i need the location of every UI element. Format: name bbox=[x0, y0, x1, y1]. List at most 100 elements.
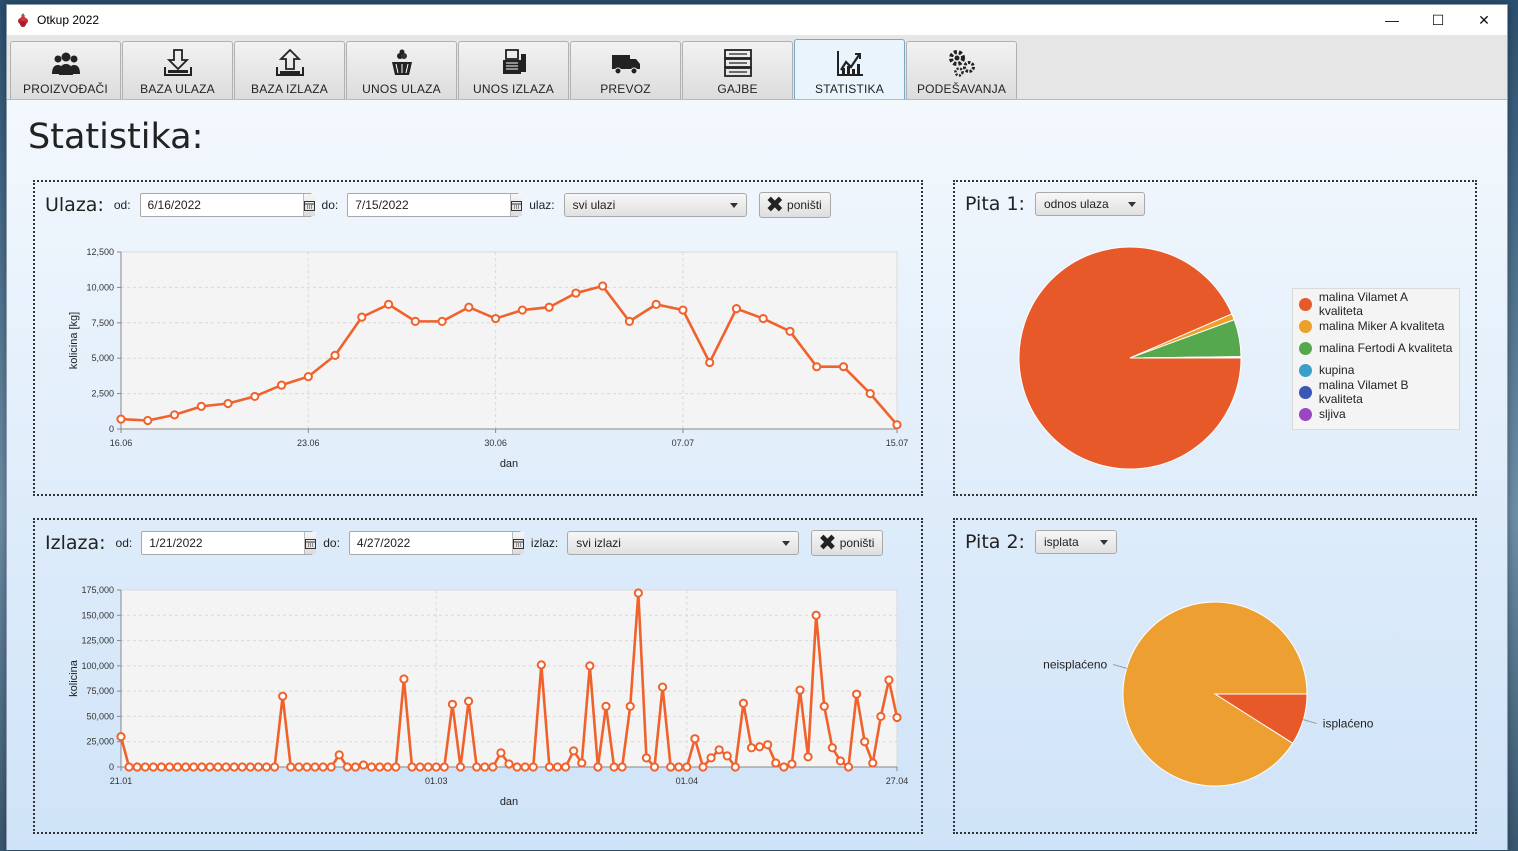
data-point bbox=[143, 415, 153, 426]
tab-podesavanja[interactable]: PODEŠAVANJA bbox=[906, 41, 1017, 99]
legend-label: malina Fertodi A kvaliteta bbox=[1319, 341, 1453, 355]
ulaz-filter-label: ulaz: bbox=[529, 198, 555, 212]
pie2-panel-title: Pita 2: bbox=[965, 531, 1025, 553]
data-point bbox=[488, 762, 498, 772]
legend-item: malina Vilamet B kvaliteta bbox=[1299, 378, 1453, 406]
ulaz-do-date-input[interactable] bbox=[348, 194, 511, 216]
ulaz-do-date-picker[interactable] bbox=[347, 193, 523, 217]
data-point bbox=[221, 762, 231, 772]
data-point bbox=[410, 316, 420, 326]
tab-label: GAJBE bbox=[717, 82, 758, 96]
tab-unos-ulaza[interactable]: UNOS ULAZA bbox=[346, 41, 457, 99]
data-point bbox=[455, 762, 466, 772]
legend-label: malina Vilamet A kvaliteta bbox=[1318, 290, 1408, 318]
title-bar[interactable]: Otkup 2022 — ☐ ✕ bbox=[7, 5, 1507, 35]
pie1-select[interactable]: odnos ulaza bbox=[1034, 192, 1145, 216]
izlaz-od-date-picker[interactable] bbox=[141, 531, 317, 555]
data-point bbox=[358, 760, 369, 770]
data-point bbox=[330, 350, 340, 360]
data-point bbox=[811, 610, 821, 620]
ulaz-od-date-picker[interactable] bbox=[139, 193, 315, 217]
data-point bbox=[617, 762, 627, 772]
data-point bbox=[366, 762, 377, 772]
data-point bbox=[641, 753, 652, 763]
tab-label: BAZA IZLAZA bbox=[251, 82, 328, 96]
ulaz-reset-button[interactable]: ✖ poništi bbox=[758, 192, 831, 218]
data-point bbox=[229, 762, 239, 772]
calendar-icon[interactable] bbox=[511, 532, 524, 554]
calendar-icon[interactable] bbox=[510, 194, 523, 216]
data-point bbox=[269, 762, 280, 772]
data-point bbox=[738, 698, 749, 708]
izlaz-filter-select[interactable]: svi izlazi bbox=[567, 531, 800, 555]
data-point bbox=[812, 362, 822, 372]
data-point bbox=[779, 762, 789, 772]
tab-label: PREVOZ bbox=[600, 82, 651, 96]
data-point bbox=[164, 762, 175, 772]
data-point bbox=[116, 732, 126, 742]
plot-background bbox=[120, 589, 898, 768]
data-point bbox=[437, 316, 447, 326]
data-point bbox=[560, 762, 571, 772]
ulaz-filter-select[interactable]: svi ulazi bbox=[563, 193, 747, 217]
calendar-icon[interactable] bbox=[302, 194, 315, 216]
reset-label: poništi bbox=[787, 198, 822, 212]
x-tick-label: 15.07 bbox=[886, 438, 909, 448]
x-axis-label: dan bbox=[500, 458, 518, 470]
data-point bbox=[310, 762, 320, 772]
x-tick-label: 23.06 bbox=[297, 438, 320, 448]
tab-baza-izlaza[interactable]: BAZA IZLAZA bbox=[234, 41, 345, 99]
data-point bbox=[690, 734, 700, 744]
ulaz-line-chart: 0 2,500 5,000 7,500 10,000 12,500 16.06 23.06 30… bbox=[68, 247, 909, 470]
legend-label: malina Vilamet B kvaliteta bbox=[1318, 378, 1409, 406]
data-point bbox=[876, 711, 886, 722]
legend-swatch bbox=[1299, 407, 1312, 421]
data-point bbox=[819, 701, 829, 711]
do-label: do: bbox=[323, 536, 340, 550]
y-tick-label: 0 bbox=[109, 424, 114, 434]
od-label: od: bbox=[113, 198, 131, 212]
data-point bbox=[124, 762, 134, 772]
data-point bbox=[172, 762, 183, 772]
close-button[interactable]: ✕ bbox=[1461, 5, 1507, 35]
izlaz-reset-button[interactable]: ✖ poništi bbox=[811, 530, 884, 556]
data-point bbox=[189, 762, 199, 772]
izlaz-do-date-picker[interactable] bbox=[348, 531, 524, 555]
data-point bbox=[520, 762, 530, 772]
izlaz-od-date-input[interactable] bbox=[142, 532, 305, 554]
tab-baza-ulaza[interactable]: BAZA ULAZA bbox=[122, 41, 233, 99]
crates-icon bbox=[723, 49, 752, 77]
data-point bbox=[722, 751, 732, 761]
close-icon: ✖ bbox=[818, 530, 837, 555]
tab-proizvodjaci[interactable]: PROIZVOĐAČI bbox=[10, 41, 121, 99]
pie2-select[interactable]: isplata bbox=[1034, 530, 1117, 554]
reset-label: poništi bbox=[839, 536, 875, 550]
data-point bbox=[698, 762, 708, 772]
data-point bbox=[504, 759, 514, 769]
tab-gajbe[interactable]: GAJBE bbox=[682, 41, 793, 99]
data-point bbox=[625, 701, 635, 711]
data-point bbox=[156, 762, 167, 772]
tab-label: BAZA ULAZA bbox=[140, 82, 215, 96]
tab-statistika[interactable]: STATISTIKA bbox=[794, 39, 905, 99]
data-point bbox=[746, 743, 757, 753]
minimize-button[interactable]: — bbox=[1369, 5, 1415, 35]
maximize-button[interactable]: ☐ bbox=[1415, 5, 1461, 35]
data-point bbox=[585, 661, 595, 671]
data-point bbox=[116, 414, 126, 424]
izlaz-do-date-input[interactable] bbox=[349, 532, 512, 554]
data-point bbox=[342, 762, 352, 772]
calendar-icon[interactable] bbox=[304, 532, 317, 554]
data-point bbox=[601, 701, 611, 711]
ulaz-od-date-input[interactable] bbox=[140, 194, 303, 216]
data-point bbox=[480, 762, 490, 772]
raspberry-app-icon bbox=[18, 13, 28, 27]
data-point bbox=[463, 696, 474, 706]
data-point bbox=[334, 750, 344, 760]
tab-unos-izlaza[interactable]: UNOS IZLAZA bbox=[458, 41, 569, 99]
data-point bbox=[261, 762, 272, 772]
data-point bbox=[423, 762, 433, 772]
izlaz-filter-label: izlaz: bbox=[530, 536, 559, 550]
data-point bbox=[197, 762, 207, 772]
tab-prevoz[interactable]: PREVOZ bbox=[570, 41, 681, 99]
